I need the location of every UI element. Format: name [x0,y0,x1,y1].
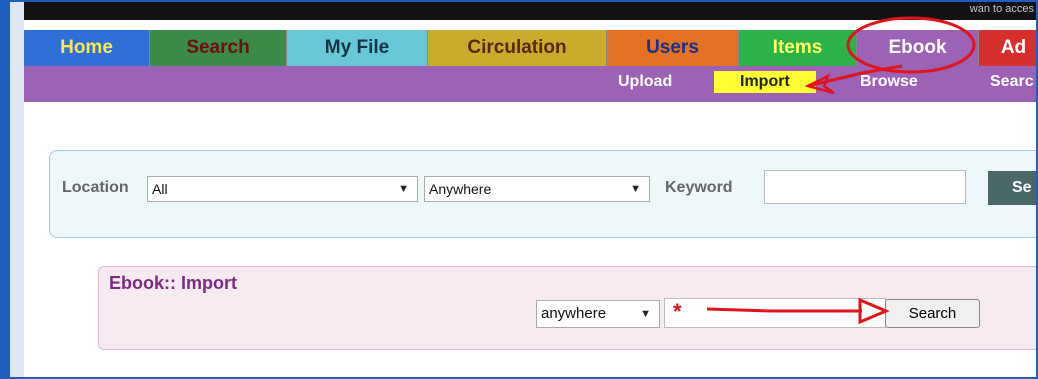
tab-my-file[interactable]: My File [287,30,428,66]
keyword-input[interactable] [764,170,966,204]
tab-search[interactable]: Search [150,30,287,66]
keyword-label: Keyword [665,179,733,196]
tab-home[interactable]: Home [24,30,150,66]
location-select[interactable]: All ▼ [147,176,418,202]
tab-ebook[interactable]: Ebook [857,30,979,66]
import-query-input[interactable]: * [664,298,886,328]
tab-items[interactable]: Items [739,30,857,66]
search-button[interactable]: Se [988,171,1036,205]
import-title: Ebook:: Import [109,273,237,293]
import-scope-select[interactable]: anywhere ▼ [536,300,660,328]
header-note: wan to acces [969,3,1034,15]
subnav-upload[interactable]: Upload [618,73,672,91]
chevron-down-icon: ▼ [630,183,641,195]
left-margin [10,2,24,377]
chevron-down-icon: ▼ [640,308,651,320]
location-label: Location [62,179,129,196]
tab-admin[interactable]: Ad [979,30,1036,66]
app-window: wan to acces Home Search My File Circula… [0,0,1038,379]
search-panel: Location All ▼ Anywhere ▼ Keyword Se [49,150,1036,238]
tab-users[interactable]: Users [607,30,739,66]
tab-circulation[interactable]: Circulation [428,30,607,66]
import-search-button[interactable]: Search [885,299,980,328]
scope-select-value: Anywhere [429,181,492,197]
main-tabs: Home Search My File Circulation Users It… [24,20,1036,66]
left-border [2,2,10,377]
import-panel: Ebook:: Import anywhere ▼ * Search [98,266,1036,350]
subnav-browse[interactable]: Browse [860,73,918,91]
required-mark: * [673,299,682,324]
subnav-import[interactable]: Import [714,71,816,93]
top-strip: wan to acces [24,2,1036,20]
chevron-down-icon: ▼ [398,183,409,195]
sub-nav: Upload Import Browse Searc [24,66,1036,102]
location-select-value: All [152,181,168,197]
subnav-search[interactable]: Searc [990,73,1034,91]
scope-select[interactable]: Anywhere ▼ [424,176,650,202]
import-scope-value: anywhere [541,305,607,322]
